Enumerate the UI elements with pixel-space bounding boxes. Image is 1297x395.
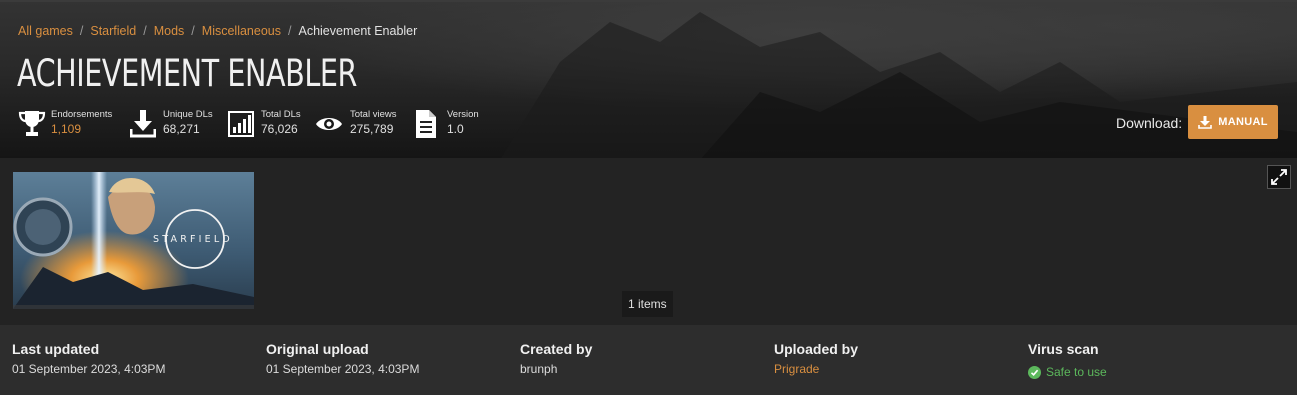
document-icon	[416, 110, 436, 138]
info-heading: Virus scan	[1028, 341, 1099, 357]
virus-scan-label: Safe to use	[1046, 365, 1107, 379]
manual-download-label: MANUAL	[1218, 116, 1268, 128]
breadcrumb-separator: /	[288, 24, 292, 38]
eye-icon	[316, 118, 342, 130]
manual-download-button[interactable]: MANUAL	[1188, 105, 1278, 139]
uploader-link[interactable]: Prigrade	[774, 362, 858, 376]
info-virus-scan: Virus scan Safe to use	[1028, 341, 1107, 379]
info-value: 01 September 2023, 4:03PM	[12, 362, 166, 376]
stat-label: Total DLs	[261, 109, 301, 120]
trophy-icon	[18, 111, 46, 136]
info-heading: Created by	[520, 341, 593, 357]
thumbnail-title: STARFIELD	[153, 234, 233, 245]
info-original-upload: Original upload 01 September 2023, 4:03P…	[266, 341, 419, 376]
breadcrumb-separator: /	[191, 24, 195, 38]
stat-unique-downloads: Unique DLs 68,271	[130, 109, 230, 139]
stat-endorsements: Endorsements 1,109	[18, 109, 128, 139]
image-gallery: STARFIELD 1 items	[0, 158, 1297, 325]
info-heading: Uploaded by	[774, 341, 859, 357]
download-icon	[1198, 115, 1213, 129]
bar-chart-icon	[228, 111, 254, 137]
page-title: ACHIEVEMENT ENABLER	[17, 52, 357, 95]
breadcrumb-starfield[interactable]: Starfield	[90, 24, 136, 38]
stat-total-views: Total views 275,789	[315, 109, 425, 139]
info-created-by: Created by brunph	[520, 341, 592, 376]
mod-info-bar: Last updated 01 September 2023, 4:03PM O…	[0, 325, 1297, 395]
mod-header: All games / Starfield / Mods / Miscellaneous / A…	[0, 0, 1297, 158]
check-circle-icon	[1028, 365, 1041, 379]
download-label: Download:	[1116, 115, 1183, 131]
download-icon	[130, 110, 156, 138]
breadcrumb-separator: /	[143, 24, 147, 38]
stat-value: 1,109	[51, 122, 82, 136]
stat-value: 275,789	[350, 122, 394, 136]
info-value: brunph	[520, 362, 558, 376]
gallery-thumbnail[interactable]: STARFIELD	[13, 172, 254, 309]
stat-label: Total views	[350, 109, 397, 120]
breadcrumb: All games / Starfield / Mods / Miscellaneous / A…	[18, 24, 417, 38]
info-heading: Last updated	[12, 341, 100, 357]
stat-value: 68,271	[163, 122, 200, 136]
stat-value: 76,026	[261, 122, 298, 136]
stat-label: Unique DLs	[163, 109, 213, 120]
info-uploaded-by: Uploaded by Prigrade	[774, 341, 858, 376]
breadcrumb-current: Achievement Enabler	[298, 24, 418, 38]
stat-label: Endorsements	[51, 109, 113, 120]
expand-icon	[1271, 169, 1287, 185]
breadcrumb-all-games[interactable]: All games	[18, 24, 73, 38]
breadcrumb-separator: /	[79, 24, 84, 38]
starfield-cover-image: STARFIELD	[13, 172, 254, 309]
stat-value: 1.0	[447, 122, 464, 136]
stat-version: Version 1.0	[415, 109, 495, 139]
stat-label: Version	[447, 109, 479, 120]
info-heading: Original upload	[266, 341, 369, 357]
breadcrumb-miscellaneous[interactable]: Miscellaneous	[202, 24, 281, 38]
breadcrumb-mods[interactable]: Mods	[154, 24, 185, 38]
gallery-item-count: 1 items	[622, 291, 673, 317]
virus-scan-status[interactable]: Safe to use	[1028, 365, 1107, 379]
info-last-updated: Last updated 01 September 2023, 4:03PM	[12, 341, 165, 376]
stat-total-downloads: Total DLs 76,026	[228, 109, 318, 139]
fullscreen-expand-button[interactable]	[1267, 165, 1291, 189]
info-value: 01 September 2023, 4:03PM	[266, 362, 420, 376]
